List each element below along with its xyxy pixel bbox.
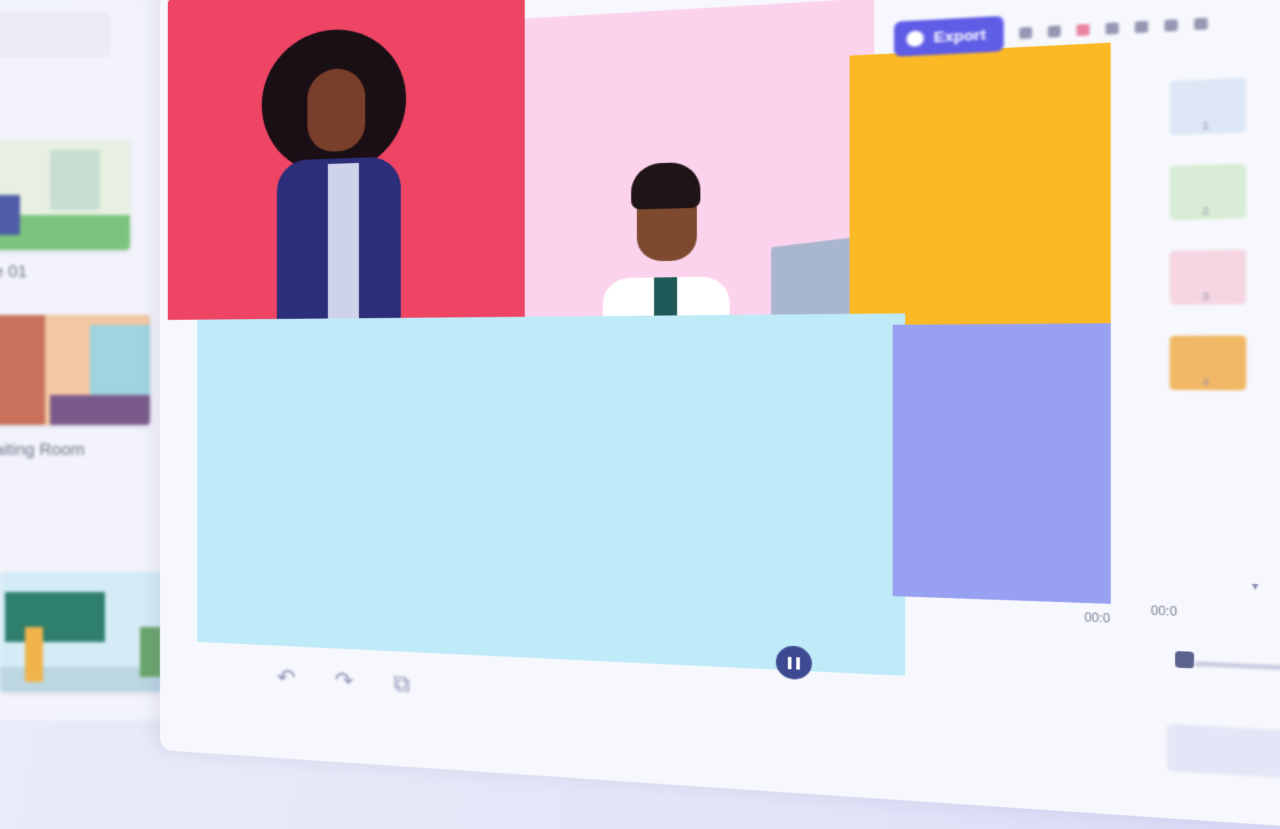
scene-thumbnail-2[interactable]: 2 [1169,163,1247,221]
pause-icon-bar [787,656,792,669]
man-character-hair [631,161,701,210]
library-item-waiting-room-scene[interactable] [0,315,150,425]
scene-thumbnail-3[interactable]: 3 [1169,249,1247,306]
close-icon[interactable] [1194,16,1208,30]
panel-red [167,0,525,325]
pause-button[interactable] [775,645,812,681]
minus-icon[interactable] [1134,20,1149,33]
scene-number: 1 [1202,119,1210,132]
scene-canvas[interactable] [167,0,1111,686]
library-item-classroom-scene[interactable] [0,572,180,692]
library-item-label: aiting Room [0,440,85,459]
scene-strip: 1 2 3 4 [1169,77,1252,421]
time-readout-left: 00:0 [1084,612,1111,627]
export-button[interactable]: Export [893,15,1004,57]
scene-number: 4 [1202,375,1210,388]
woman-character-face [307,67,366,153]
undo-icon[interactable]: ↶ [277,664,296,692]
chevron-down-icon[interactable]: ▾ [1252,580,1259,593]
settings-icon[interactable] [1164,18,1178,32]
export-icon [906,29,924,47]
export-button-label: Export [933,25,986,46]
editor-window: Export 1 2 3 4 ▾ 00:0 00:0 ↶ ↷ ⧉ [160,0,1280,829]
timeline-clip[interactable] [1166,723,1280,781]
scene-thumbnail-1[interactable]: 1 [1169,77,1247,136]
record-icon[interactable] [1076,23,1090,36]
panel-yellow [849,42,1111,326]
volume-slider[interactable] [1194,661,1280,671]
volume-icon[interactable] [1175,651,1195,669]
copy-icon[interactable]: ⧉ [393,670,410,698]
share-icon[interactable] [1105,21,1119,35]
library-item-label: e 01 [0,262,28,281]
scene-thumbnail-4[interactable]: 4 [1169,335,1247,391]
woman-character-shirt [327,162,359,319]
time-readout-right: 00:0 [1150,605,1178,620]
redo-icon[interactable]: ↷ [335,667,354,695]
history-controls: ↶ ↷ ⧉ [277,664,410,698]
scene-number: 3 [1202,290,1210,303]
library-header [0,12,110,58]
grid-icon[interactable] [1047,24,1061,38]
library-item-office-scene[interactable] [0,140,130,250]
panel-purple [892,323,1111,605]
panel-cyan [197,313,906,686]
layers-icon[interactable] [1019,26,1033,39]
scene-number: 2 [1202,205,1210,218]
panel-pink [524,0,875,333]
pause-icon-bar [796,656,800,670]
